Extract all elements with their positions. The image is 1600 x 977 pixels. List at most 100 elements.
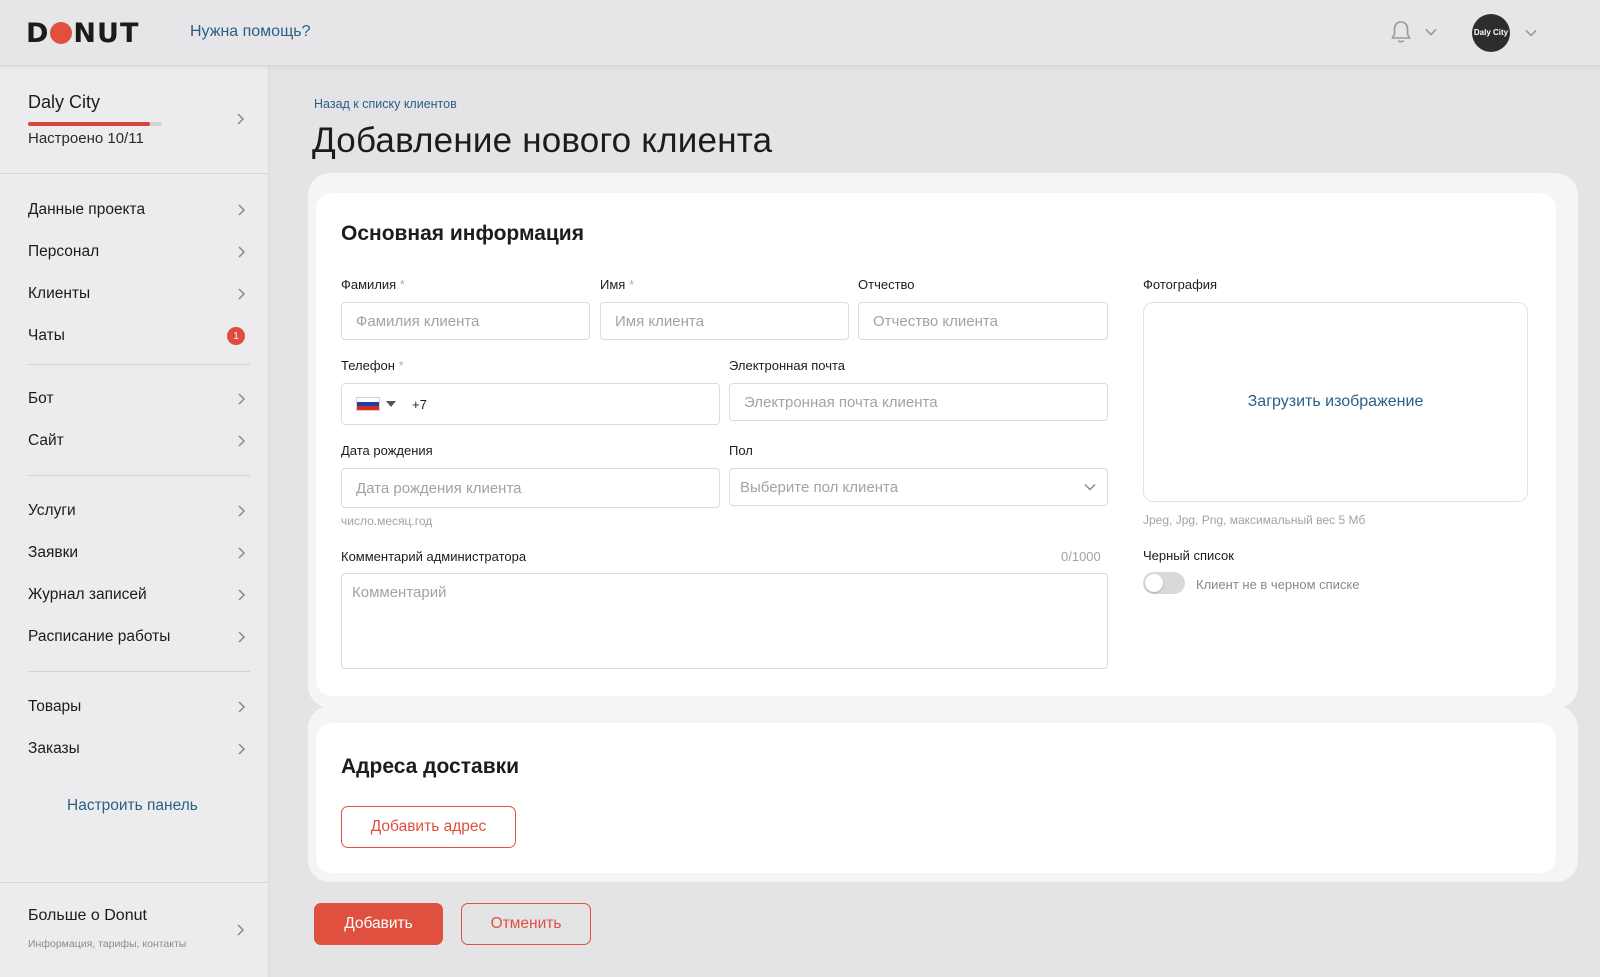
- sidebar-item-label: Бот: [28, 390, 54, 407]
- birth-date-label: Дата рождения: [341, 443, 433, 458]
- chevron-right-icon: [238, 743, 246, 755]
- notifications-menu[interactable]: [1390, 20, 1438, 44]
- sidebar-item-label: Персонал: [28, 243, 100, 260]
- first-name-label: Имя *: [600, 277, 635, 292]
- email-label: Электронная почта: [729, 358, 846, 373]
- more-about-donut[interactable]: Больше о Donut Информация, тарифы, конта…: [0, 882, 269, 977]
- sidebar: Daly City Настроено 10/11 Данные проекта…: [0, 66, 269, 977]
- first-name-input[interactable]: [600, 302, 849, 340]
- sidebar-item-clients[interactable]: Клиенты: [0, 273, 269, 315]
- nav-group-services: Услуги Заявки Журнал записей Расписание …: [0, 490, 269, 658]
- sidebar-item-label: Расписание работы: [28, 628, 171, 645]
- chevron-down-icon: [1084, 483, 1096, 491]
- chevron-right-icon: [237, 924, 245, 936]
- sidebar-item-bot[interactable]: Бот: [0, 378, 269, 420]
- sidebar-item-label: Заказы: [28, 740, 80, 757]
- sidebar-item-label: Журнал записей: [28, 586, 147, 603]
- project-name: Daly City: [28, 92, 101, 112]
- avatar[interactable]: Daly City: [1472, 14, 1510, 52]
- sidebar-item-schedule[interactable]: Расписание работы: [0, 616, 269, 658]
- blacklist-label: Черный список: [1143, 548, 1234, 563]
- patronymic-input[interactable]: [858, 302, 1108, 340]
- email-input[interactable]: [729, 383, 1108, 421]
- photo-upload-area[interactable]: Загрузить изображение: [1143, 302, 1528, 502]
- sidebar-item-staff[interactable]: Персонал: [0, 231, 269, 273]
- last-name-input[interactable]: [341, 302, 590, 340]
- gender-select-placeholder: Выберите пол клиента: [740, 478, 899, 496]
- sidebar-item-requests[interactable]: Заявки: [0, 532, 269, 574]
- delivery-title: Адреса доставки: [341, 755, 520, 778]
- divider: [28, 364, 250, 365]
- basic-info-title: Основная информация: [341, 222, 584, 245]
- gender-label: Пол: [729, 443, 753, 458]
- sidebar-item-label: Данные проекта: [28, 201, 146, 218]
- unread-badge: 1: [227, 327, 245, 345]
- sidebar-item-products[interactable]: Товары: [0, 686, 269, 728]
- logo-dot: [50, 22, 73, 44]
- nav-group-shop: Товары Заказы: [0, 686, 269, 770]
- sidebar-item-label: Чаты: [28, 327, 65, 344]
- more-title: Больше о Donut: [28, 907, 147, 924]
- project-selector[interactable]: Daly City Настроено 10/11: [0, 66, 269, 174]
- chevron-right-icon: [238, 246, 246, 258]
- top-bar: D NUT Нужна помощь? Daly City: [0, 0, 1600, 66]
- blacklist-status: Клиент не в черном списке: [1196, 577, 1360, 592]
- help-link[interactable]: Нужна помощь?: [190, 23, 310, 41]
- phone-country-code: +7: [412, 396, 427, 412]
- back-to-clients-link[interactable]: Назад к списку клиентов: [314, 97, 457, 111]
- user-menu[interactable]: Daly City: [1472, 14, 1538, 52]
- upload-image-link[interactable]: Загрузить изображение: [1248, 393, 1424, 411]
- country-dropdown-caret-icon[interactable]: [386, 401, 396, 407]
- submit-button[interactable]: Добавить: [314, 903, 443, 945]
- chevron-down-icon[interactable]: [1524, 26, 1538, 40]
- sidebar-item-chats[interactable]: Чаты 1: [0, 315, 269, 357]
- toggle-knob: [1145, 574, 1163, 592]
- sidebar-item-label: Клиенты: [28, 285, 91, 302]
- page-title: Добавление нового клиента: [312, 121, 773, 160]
- sidebar-item-label: Услуги: [28, 502, 76, 519]
- birth-date-input[interactable]: [341, 468, 720, 508]
- photo-label: Фотография: [1143, 277, 1218, 292]
- chevron-right-icon: [238, 589, 246, 601]
- patronymic-label: Отчество: [858, 277, 915, 292]
- chevron-right-icon: [238, 701, 246, 713]
- nav-group-project: Данные проекта Персонал Клиенты Чаты 1: [0, 189, 269, 357]
- chevron-right-icon: [238, 393, 246, 405]
- last-name-label: Фамилия *: [341, 277, 405, 292]
- delivery-card: [316, 723, 1556, 873]
- chevron-down-icon[interactable]: [1424, 25, 1438, 39]
- chevron-right-icon[interactable]: [234, 112, 246, 126]
- sidebar-item-label: Товары: [28, 698, 82, 715]
- cancel-button[interactable]: Отменить: [461, 903, 591, 945]
- nav-group-channels: Бот Сайт: [0, 378, 269, 462]
- bell-icon[interactable]: [1390, 20, 1412, 44]
- sidebar-item-orders[interactable]: Заказы: [0, 728, 269, 770]
- sidebar-item-site[interactable]: Сайт: [0, 420, 269, 462]
- comment-char-counter: 0/1000: [1061, 549, 1101, 564]
- photo-hint: Jpeg, Jpg, Png, максимальный вес 5 Мб: [1143, 513, 1366, 527]
- setup-progress-bar: [28, 122, 162, 126]
- sidebar-item-services[interactable]: Услуги: [0, 490, 269, 532]
- customize-panel-link[interactable]: Настроить панель: [67, 797, 198, 815]
- blacklist-toggle[interactable]: [1143, 572, 1185, 594]
- gender-select[interactable]: Выберите пол клиента: [729, 468, 1108, 506]
- sidebar-item-bookings-log[interactable]: Журнал записей: [0, 574, 269, 616]
- chevron-right-icon: [238, 204, 246, 216]
- phone-label: Телефон *: [341, 358, 404, 373]
- chevron-right-icon: [238, 288, 246, 300]
- russia-flag-icon[interactable]: [356, 397, 380, 411]
- divider: [28, 475, 250, 476]
- chevron-right-icon: [238, 631, 246, 643]
- comment-textarea[interactable]: [341, 573, 1108, 669]
- sidebar-item-label: Сайт: [28, 432, 64, 449]
- sidebar-item-project-data[interactable]: Данные проекта: [0, 189, 269, 231]
- sidebar-item-label: Заявки: [28, 544, 79, 561]
- birth-date-hint: число.месяц.год: [341, 514, 433, 528]
- setup-status: Настроено 10/11: [28, 130, 144, 147]
- divider: [28, 671, 250, 672]
- donut-logo[interactable]: D NUT: [26, 18, 139, 49]
- chevron-right-icon: [238, 547, 246, 559]
- chevron-right-icon: [238, 505, 246, 517]
- phone-field[interactable]: +7: [341, 383, 720, 425]
- add-address-button[interactable]: Добавить адрес: [341, 806, 516, 848]
